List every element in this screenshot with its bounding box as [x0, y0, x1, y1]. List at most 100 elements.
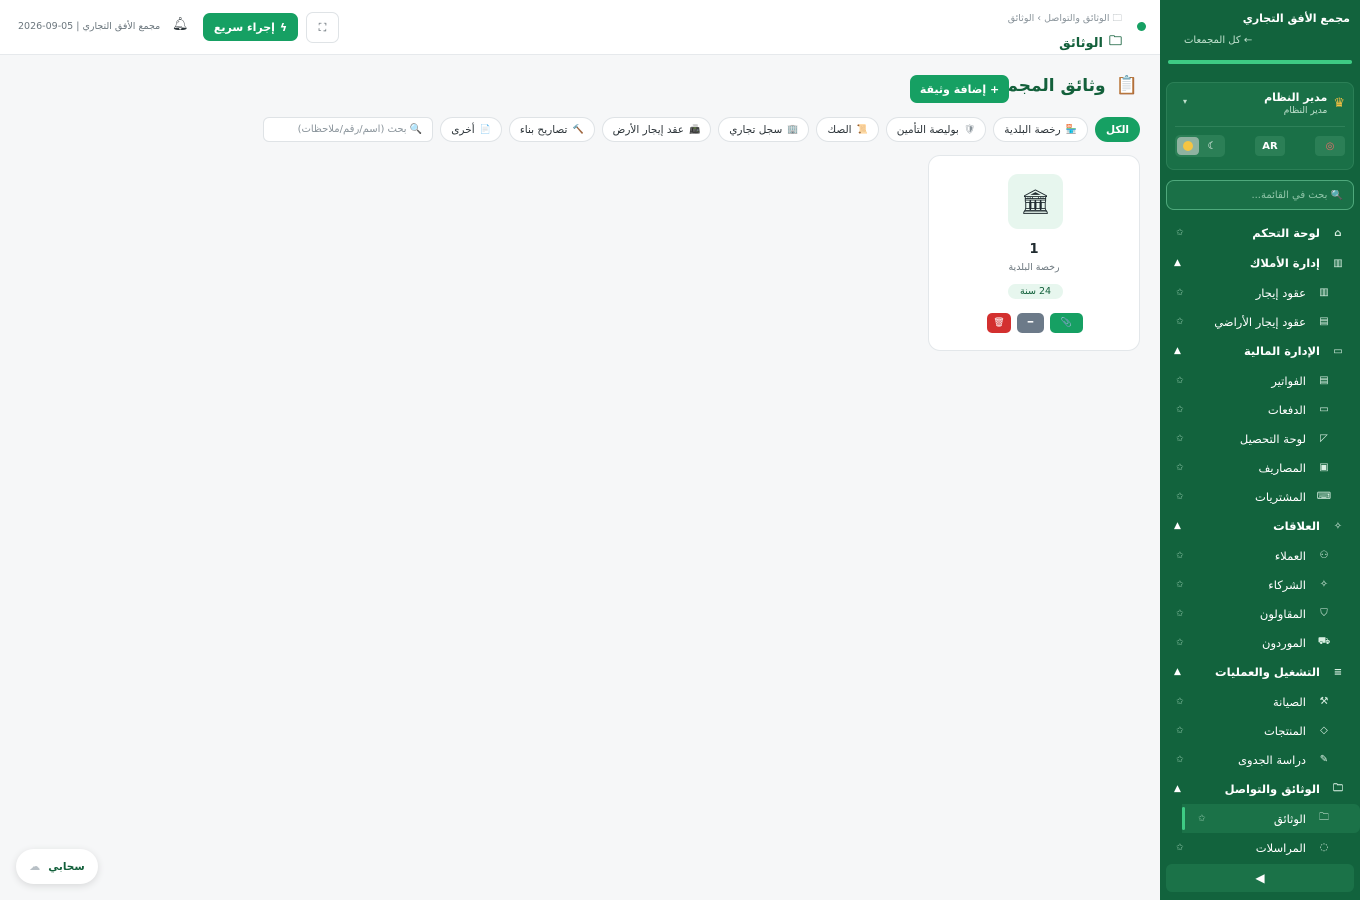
sidebar-item[interactable]: ◌ المراسلات ✩ — [1160, 833, 1360, 862]
sidebar-item[interactable]: ▤ عقود إيجار الأراضي ✩ — [1160, 307, 1360, 336]
filter-chip[interactable]: 🏪 رخصة البلدية — [993, 117, 1088, 142]
breadcrumb-path[interactable]: 🗀 الوثائق والتواصل › الوثائق — [1008, 11, 1122, 27]
sidebar-item[interactable]: ⚇ العملاء ✩ — [1160, 541, 1360, 570]
target-button[interactable]: ◎ — [1315, 136, 1345, 156]
sidebar-item[interactable]: ⚒ الصيانة ✩ — [1160, 687, 1360, 716]
pin-icon[interactable]: ✩ — [1176, 697, 1184, 707]
pin-icon[interactable]: ✩ — [1176, 580, 1184, 590]
cloud-label: سحابي — [48, 860, 85, 873]
collapse-caret-icon[interactable]: ▲ — [1174, 346, 1181, 356]
collapse-sidebar-button[interactable]: ◀ — [1166, 864, 1354, 892]
sidebar-item[interactable]: ▣ المصاريف ✩ — [1160, 453, 1360, 482]
filter-chip[interactable]: الكل — [1094, 117, 1140, 142]
light-mode-option[interactable] — [1177, 137, 1199, 155]
sidebar-item[interactable]: ◇ المنتجات ✩ — [1160, 716, 1360, 745]
quick-action-button[interactable]: ϟ إجراء سريع — [203, 13, 298, 41]
pin-icon[interactable]: ✩ — [1176, 317, 1184, 327]
user-card[interactable]: ♛ مدير النظام مدير النظام ▾ ☾ AR ◎ — [1166, 82, 1354, 170]
sidebar-item[interactable]: 🗀 الوثائق ✩ — [1182, 804, 1360, 833]
dark-mode-option[interactable]: ☾ — [1201, 137, 1223, 155]
sidebar-item-label: العلاقات — [1273, 519, 1320, 533]
pin-icon[interactable]: ✩ — [1176, 434, 1184, 444]
sidebar-item[interactable]: ▥ عقود إيجار ✩ — [1160, 278, 1360, 307]
filter-chip[interactable]: 🏢 سجل تجاري — [718, 117, 810, 142]
sidebar-item[interactable]: ⛟ الموردون ✩ — [1160, 628, 1360, 657]
theme-toggle[interactable]: ☾ — [1175, 135, 1225, 157]
pin-icon[interactable]: ✩ — [1198, 814, 1206, 824]
collapse-caret-icon[interactable]: ▲ — [1174, 784, 1181, 794]
sidebar-item[interactable]: ▤ الفواتير ✩ — [1160, 366, 1360, 395]
pin-icon[interactable]: ✩ — [1176, 638, 1184, 648]
breadcrumb: 🗀 الوثائق والتواصل › الوثائق 🗀 الوثائق — [1008, 11, 1122, 54]
cloud-icon: ☁ — [29, 860, 41, 873]
pin-icon[interactable]: ✩ — [1176, 551, 1184, 561]
sidebar-item-label: التشغيل والعمليات — [1215, 665, 1320, 679]
add-document-button[interactable]: + إضافة وثيقة — [910, 75, 1009, 103]
sidebar-item[interactable]: ◸ لوحة التحصيل ✩ — [1160, 424, 1360, 453]
sidebar-item[interactable]: ⌨ المشتريات ✩ — [1160, 482, 1360, 511]
pin-icon[interactable]: ✩ — [1176, 726, 1184, 736]
dashboard-icon: ⌂ — [1334, 227, 1342, 239]
pin-icon[interactable]: ✩ — [1176, 755, 1184, 765]
pin-icon[interactable]: ✩ — [1176, 376, 1184, 386]
sidebar-item[interactable]: ✎ دراسة الجدوى ✩ — [1160, 745, 1360, 774]
sidebar-item[interactable]: ▭ الدفعات ✩ — [1160, 395, 1360, 424]
pin-icon[interactable]: ✩ — [1176, 288, 1184, 298]
collapse-caret-icon[interactable]: ▲ — [1174, 258, 1181, 268]
filter-label: عقد إيجار الأرض — [612, 123, 684, 136]
topbar: 🗀 الوثائق والتواصل › الوثائق 🗀 الوثائق ⛶… — [0, 0, 1160, 55]
filter-icon: 🏢 — [787, 124, 799, 135]
expand-icon: ⛶ — [318, 20, 327, 34]
pin-icon[interactable]: ✩ — [1176, 405, 1184, 415]
document-card[interactable]: 🏛 1 رخصة البلدية 24 سنة 🗑 ━ 📎 — [928, 155, 1140, 351]
sidebar-item[interactable]: ⌂ لوحة التحكم ✩ — [1160, 218, 1360, 248]
sliders-icon: ≡ — [1333, 666, 1343, 678]
document-search-input[interactable]: 🔍 بحث (اسم/رقم/ملاحظات) — [263, 117, 434, 142]
sidebar-item-label: دراسة الجدوى — [1237, 752, 1306, 767]
sidebar-item[interactable]: ≡ التشغيل والعمليات ▲ — [1160, 657, 1360, 687]
bell-icon[interactable]: 🔔︎ — [172, 17, 189, 32]
sidebar-item[interactable]: ✧ الشركاء ✩ — [1160, 570, 1360, 599]
brand-title: مجمع الأفق التجاري — [1242, 12, 1350, 25]
collapse-caret-icon[interactable]: ▲ — [1174, 667, 1181, 677]
user-role: مدير النظام — [1283, 106, 1328, 116]
pin-icon[interactable]: ✩ — [1176, 843, 1184, 853]
sidebar-item-label: لوحة التحكم — [1252, 226, 1320, 240]
all-complexes-link[interactable]: ← كل المجمعات — [1170, 35, 1350, 46]
user-menu-caret-icon[interactable]: ▾ — [1183, 97, 1187, 106]
filter-chip[interactable]: 📜 الصك — [816, 117, 879, 142]
filter-chip[interactable]: 📄 أخرى — [440, 117, 502, 142]
delete-button[interactable]: 🗑 — [987, 313, 1011, 333]
dash-icon: ━ — [1027, 318, 1034, 328]
sidebar-item[interactable]: ✧ العلاقات ▲ — [1160, 511, 1360, 541]
language-toggle-button[interactable]: AR — [1255, 136, 1285, 156]
sidebar-search-input[interactable] — [1177, 189, 1343, 201]
pin-icon[interactable]: ✩ — [1176, 492, 1184, 502]
handshake-icon: ✧ — [1319, 579, 1329, 590]
edit-button[interactable]: ━ — [1017, 313, 1044, 333]
collapse-caret-icon[interactable]: ▲ — [1174, 521, 1181, 531]
sidebar-search[interactable] — [1166, 180, 1354, 210]
chart-icon: ◸ — [1320, 433, 1328, 444]
sidebar-item[interactable]: 🗀 الوثائق والتواصل ▲ — [1160, 774, 1360, 804]
filter-chip[interactable]: 📠 عقد إيجار الأرض — [601, 117, 712, 142]
sidebar-item[interactable]: ▥ إدارة الأملاك ▲ — [1160, 248, 1360, 278]
filter-chip[interactable]: 🛡 بوليصة التأمين — [885, 117, 987, 142]
filter-chip[interactable]: 🔨 تصاريح بناء — [508, 117, 595, 142]
view-attachment-button[interactable]: 📎 — [1050, 313, 1083, 333]
pin-icon[interactable]: ✩ — [1176, 228, 1184, 238]
pin-icon[interactable]: ✩ — [1176, 463, 1184, 473]
sidebar-item[interactable]: ▭ الإدارة المالية ▲ — [1160, 336, 1360, 366]
fullscreen-button[interactable]: ⛶ — [306, 12, 339, 43]
cloud-status-pill[interactable]: سحابي ☁ — [16, 849, 98, 884]
quick-action-label: إجراء سريع — [213, 20, 275, 34]
sidebar-item-label: الدفعات — [1267, 402, 1306, 417]
sidebar-item-label: لوحة التحصيل — [1239, 431, 1306, 446]
page-title-text: الوثائق — [1059, 35, 1103, 51]
document-number: 1 — [1029, 242, 1039, 257]
sidebar-item[interactable]: ⛉ المقاولون ✩ — [1160, 599, 1360, 628]
pin-icon[interactable]: ✩ — [1176, 609, 1184, 619]
brand-progress-bar — [1168, 60, 1352, 64]
users-icon: ⚇ — [1319, 550, 1329, 561]
handshake-icon: ✧ — [1333, 520, 1343, 532]
